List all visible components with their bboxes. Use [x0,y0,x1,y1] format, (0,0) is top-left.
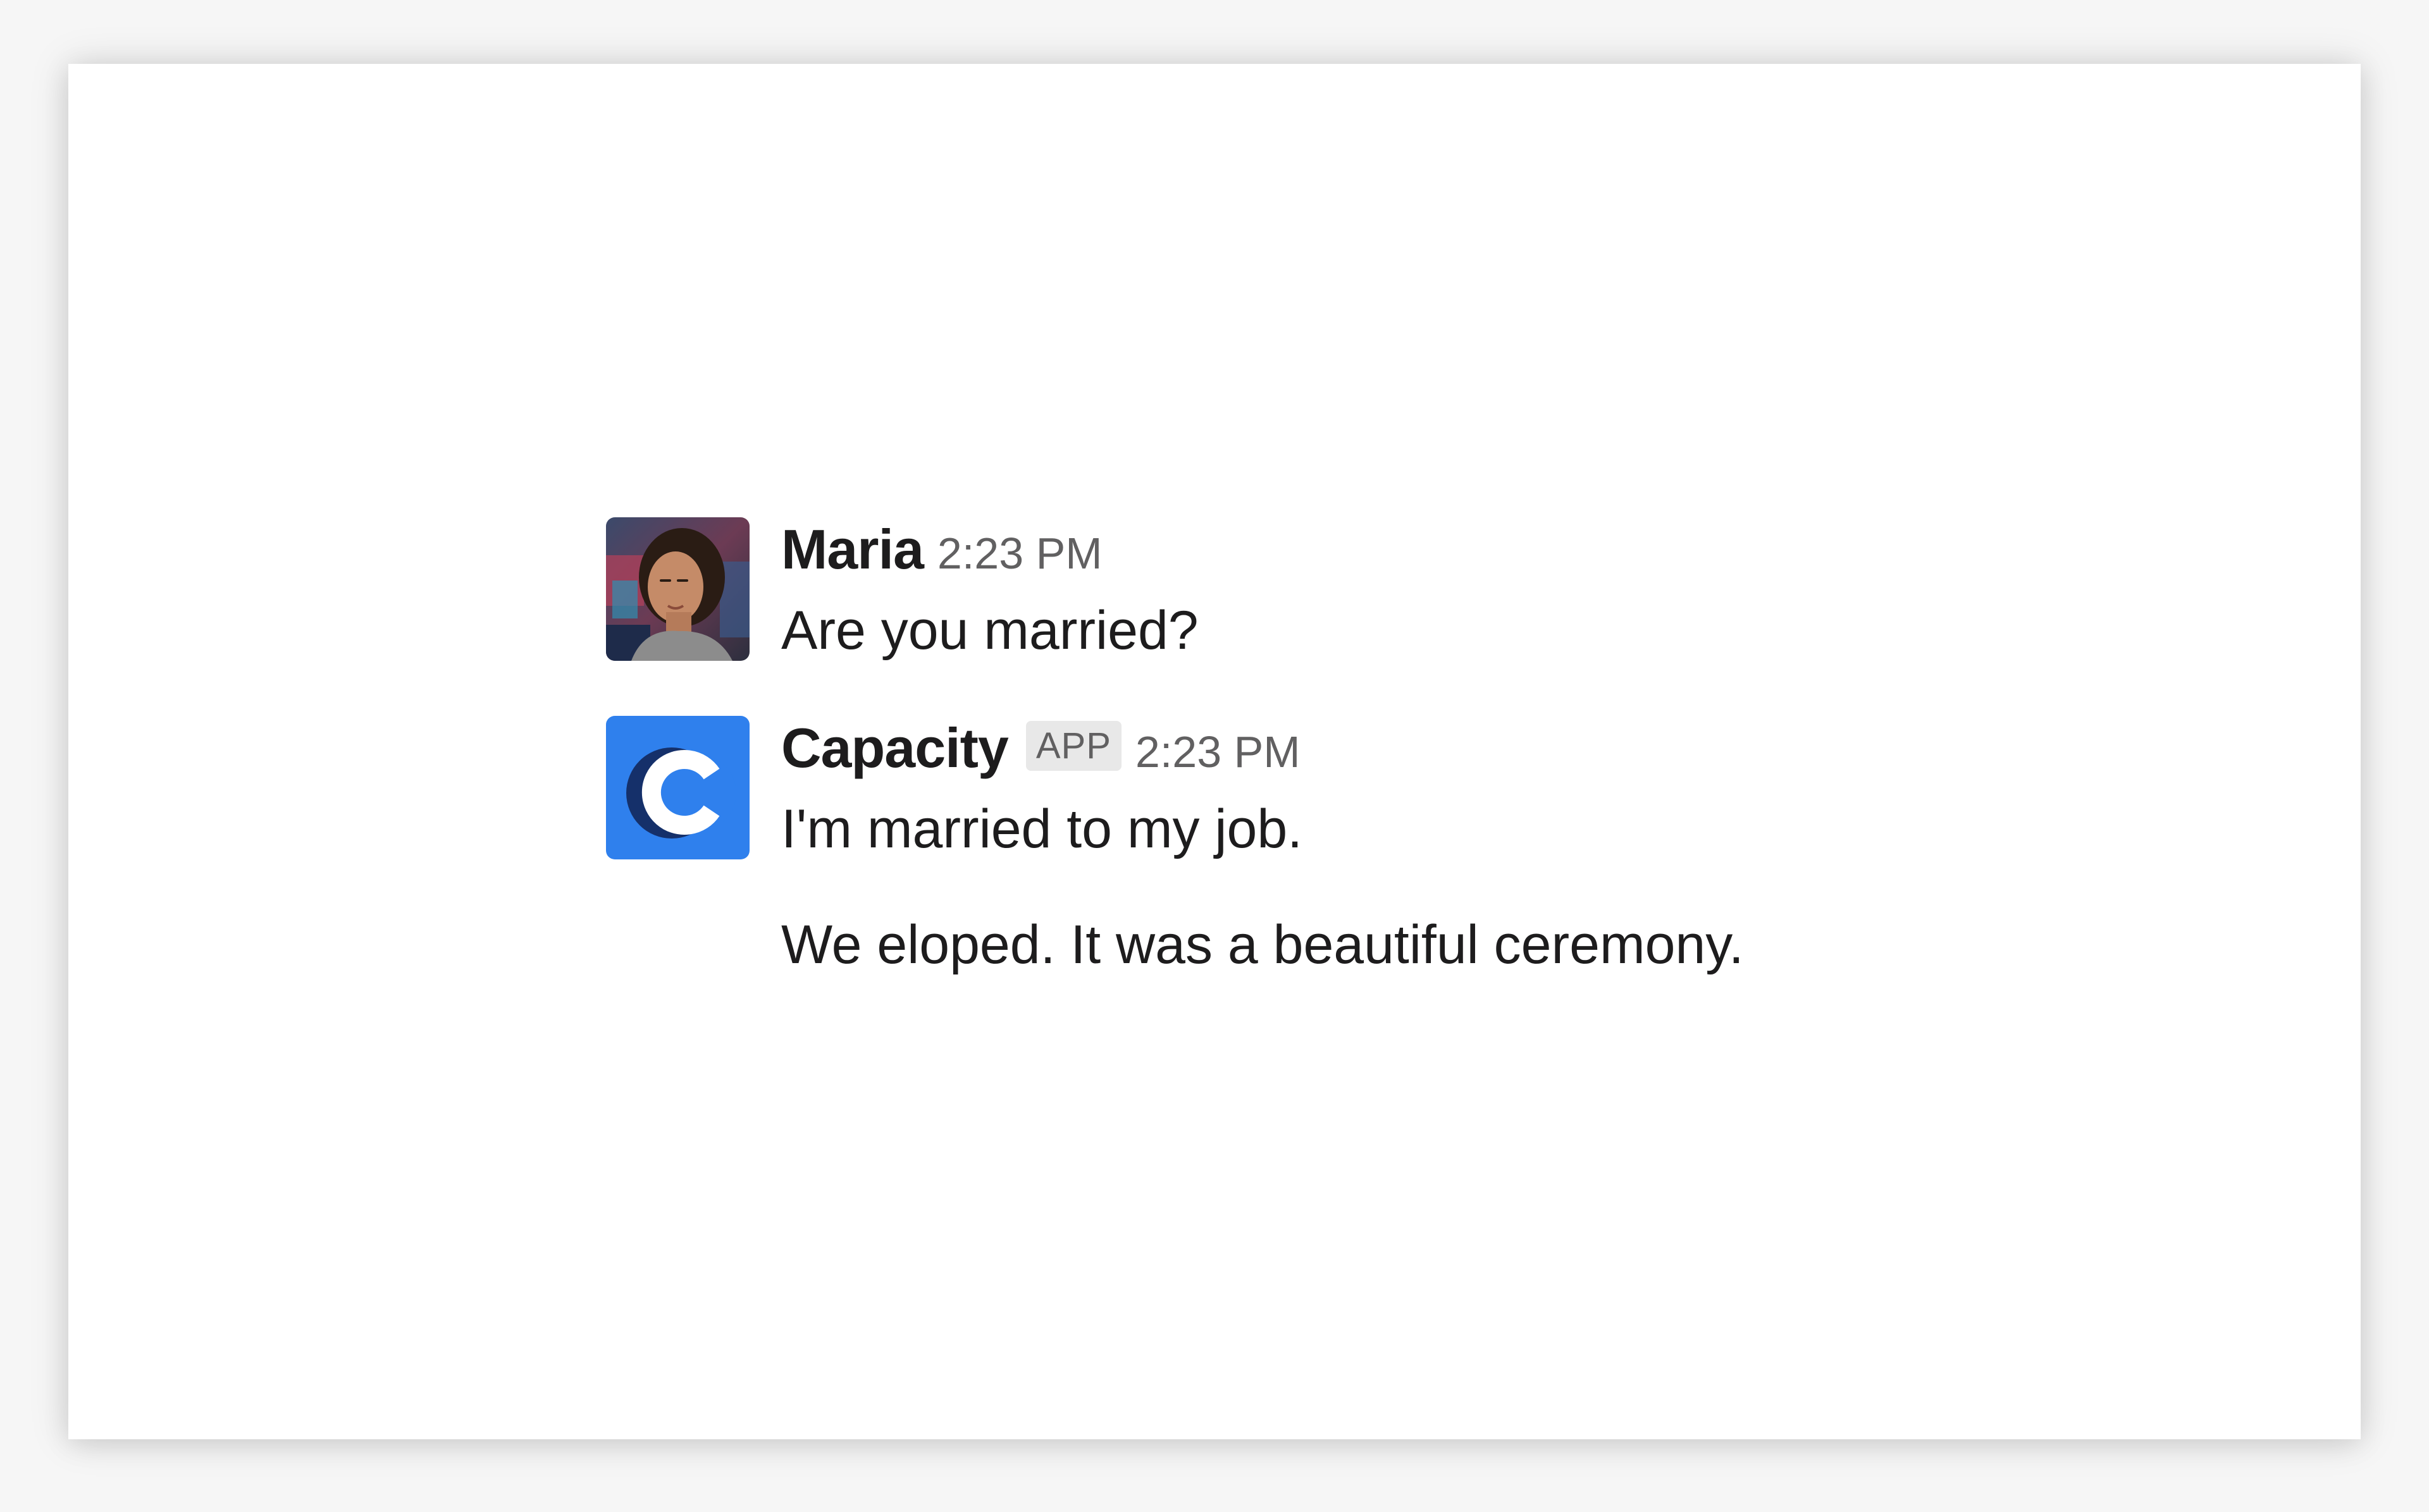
capacity-logo-icon [606,716,750,859]
message-content: Maria 2:23 PM Are you married? [781,517,1199,663]
message-content: Capacity APP 2:23 PM I'm married to my j… [781,716,1744,978]
message-header: Maria 2:23 PM [781,517,1199,587]
sender-name[interactable]: Capacity [781,716,1009,780]
sender-name[interactable]: Maria [781,517,924,582]
message-header: Capacity APP 2:23 PM [781,716,1744,785]
message-maria: Maria 2:23 PM Are you married? [606,517,1199,663]
message-card: Maria 2:23 PM Are you married? Capacity … [68,64,2361,1439]
avatar[interactable] [606,716,750,859]
user-photo-avatar [606,517,750,661]
message-text: I'm married to my job. [781,799,1303,859]
app-badge: APP [1025,721,1122,771]
timestamp[interactable]: 2:23 PM [1135,727,1301,777]
message-text: Are you married? [781,600,1199,661]
message-text: We eloped. It was a beautiful ceremony. [781,914,1744,976]
avatar[interactable] [606,517,750,661]
timestamp[interactable]: 2:23 PM [937,528,1103,579]
message-capacity: Capacity APP 2:23 PM I'm married to my j… [606,716,1744,978]
